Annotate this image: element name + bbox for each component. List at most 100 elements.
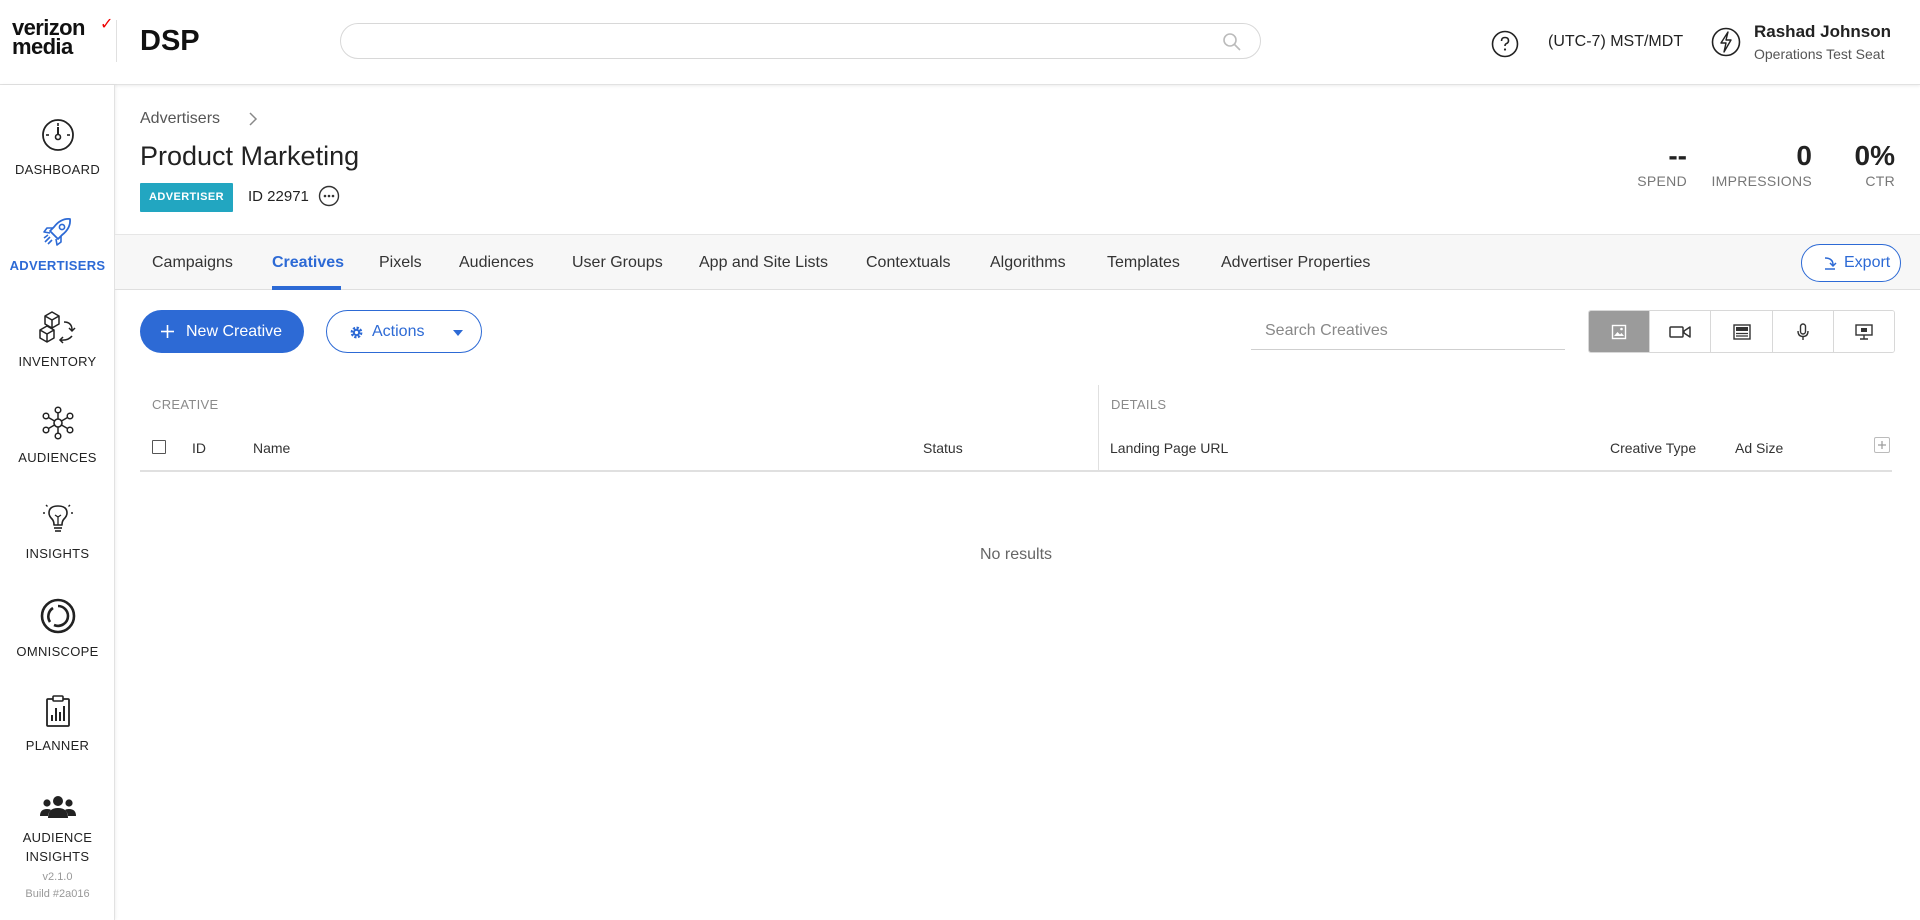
new-creative-button[interactable]: New Creative <box>140 310 304 353</box>
active-tab-indicator <box>272 286 341 290</box>
nav-label-audiences: AUDIENCES <box>18 450 97 465</box>
stat-spend-label: SPEND <box>1637 173 1687 189</box>
global-search[interactable] <box>340 23 1261 59</box>
stat-ctr-value: 0% <box>1854 140 1895 171</box>
logo-line2: media <box>12 34 73 59</box>
stat-impressions-label: IMPRESSIONS <box>1711 173 1812 189</box>
creative-search-input[interactable] <box>1265 316 1565 346</box>
nav-item-insights[interactable]: INSIGHTS <box>0 502 115 563</box>
column-group-divider <box>1098 385 1099 471</box>
page-title: Product Marketing <box>140 141 360 171</box>
stat-ctr: 0% CTR <box>1855 140 1895 190</box>
help-icon[interactable] <box>1491 30 1519 58</box>
column-header-name[interactable]: Name <box>253 440 290 456</box>
search-icon[interactable] <box>1222 32 1242 52</box>
top-header: verizon ✓ media DSP (UTC-7) MST/MDT Rash… <box>0 0 1920 85</box>
tab-user-groups[interactable]: User Groups <box>572 254 663 272</box>
tab-algorithms[interactable]: Algorithms <box>990 254 1066 272</box>
format-filter-audio[interactable] <box>1771 311 1833 352</box>
more-options-icon[interactable] <box>318 185 340 207</box>
display-icon <box>1855 323 1873 340</box>
advertiser-tabs: Campaigns Creatives Pixels Audiences Use… <box>115 234 1920 290</box>
verizon-media-logo[interactable]: verizon ✓ media <box>12 16 113 59</box>
tab-audiences[interactable]: Audiences <box>459 254 534 272</box>
build-number: Build #2a016 <box>25 888 90 900</box>
global-search-input[interactable] <box>357 24 1217 58</box>
tab-creatives[interactable]: Creatives <box>272 254 344 272</box>
stat-impressions-value: 0 <box>1796 140 1812 171</box>
tab-advertiser-properties[interactable]: Advertiser Properties <box>1221 254 1370 272</box>
nav-item-audience-insights[interactable]: AUDIENCE INSIGHTS <box>0 794 115 866</box>
tab-campaigns[interactable]: Campaigns <box>152 254 233 272</box>
clipboard-icon <box>45 695 70 727</box>
nav-item-omniscope[interactable]: OMNISCOPE <box>0 598 115 661</box>
nav-label-audience-insights-line2: INSIGHTS <box>25 849 90 864</box>
add-column-button[interactable] <box>1874 437 1890 453</box>
stat-impressions: 0 IMPRESSIONS <box>1711 140 1812 190</box>
people-icon <box>39 796 76 818</box>
export-button[interactable]: Export <box>1801 244 1901 282</box>
user-name[interactable]: Rashad Johnson <box>1754 22 1891 42</box>
nav-item-inventory[interactable]: INVENTORY <box>0 310 115 371</box>
creative-search[interactable] <box>1251 316 1565 350</box>
nav-label-insights: INSIGHTS <box>25 546 90 561</box>
network-icon <box>41 406 74 440</box>
tab-pixels[interactable]: Pixels <box>379 254 422 272</box>
stat-spend: -- SPEND <box>1637 140 1687 190</box>
export-icon <box>1824 257 1837 270</box>
logo-check: ✓ <box>100 16 113 33</box>
format-filter-video[interactable] <box>1649 311 1711 352</box>
nav-label-planner: PLANNER <box>25 738 90 753</box>
tab-contextuals[interactable]: Contextuals <box>866 254 951 272</box>
version-number: v2.1.0 <box>42 871 73 883</box>
plus-small-icon <box>1878 441 1886 449</box>
dashboard-icon <box>41 119 74 151</box>
video-icon <box>1669 325 1692 338</box>
format-filter-display[interactable] <box>1832 311 1894 352</box>
new-creative-label: New Creative <box>186 323 283 340</box>
native-icon <box>1732 323 1751 340</box>
actions-label: Actions <box>372 323 425 340</box>
image-icon <box>1611 324 1627 339</box>
nav-item-advertisers[interactable]: ADVERTISERS <box>0 214 115 275</box>
column-header-status[interactable]: Status <box>923 440 963 456</box>
column-group-details: DETAILS <box>1111 397 1167 412</box>
format-filter-image[interactable] <box>1589 311 1650 352</box>
nav-label-advertisers: ADVERTISERS <box>9 258 106 273</box>
stat-ctr-label: CTR <box>1865 173 1895 189</box>
column-header-creative-type[interactable]: Creative Type <box>1610 440 1696 456</box>
nav-label-audience-insights-line1: AUDIENCE <box>22 830 93 845</box>
column-group-creative: CREATIVE <box>152 397 219 412</box>
nav-label-inventory: INVENTORY <box>18 354 97 369</box>
nav-item-dashboard[interactable]: DASHBOARD <box>0 118 115 179</box>
column-header-landing-page-url[interactable]: Landing Page URL <box>1110 440 1228 456</box>
column-header-id[interactable]: ID <box>192 440 206 456</box>
creative-format-filter <box>1588 310 1895 353</box>
empty-results-message: No results <box>979 546 1053 563</box>
breadcrumb-advertisers[interactable]: Advertisers <box>140 110 220 128</box>
stat-spend-value: -- <box>1668 140 1687 171</box>
version-info: v2.1.0 Build #2a016 <box>0 869 115 903</box>
rocket-icon <box>42 218 71 246</box>
tab-templates[interactable]: Templates <box>1107 254 1180 272</box>
tab-app-and-site-lists[interactable]: App and Site Lists <box>699 254 828 272</box>
timezone-selector[interactable]: (UTC-7) MST/MDT <box>1548 33 1683 51</box>
table-header-divider <box>140 470 1892 472</box>
nav-item-audiences[interactable]: AUDIENCES <box>0 406 115 467</box>
inventory-cubes-icon <box>38 311 76 344</box>
format-filter-native[interactable] <box>1710 311 1772 352</box>
plus-icon <box>161 325 174 338</box>
actions-dropdown-button[interactable]: Actions <box>326 310 482 353</box>
user-avatar-icon[interactable] <box>1711 27 1741 57</box>
nav-item-planner[interactable]: PLANNER <box>0 694 115 755</box>
column-header-ad-size[interactable]: Ad Size <box>1735 440 1783 456</box>
nav-label-dashboard: DASHBOARD <box>14 162 101 177</box>
nav-label-audience-insights: AUDIENCE INSIGHTS <box>0 828 115 866</box>
user-seat: Operations Test Seat <box>1754 46 1885 62</box>
advertiser-id: ID 22971 <box>248 188 309 205</box>
caret-down-icon <box>453 330 463 336</box>
advertiser-badge: ADVERTISER <box>140 183 233 212</box>
audio-icon <box>1797 322 1809 340</box>
select-all-checkbox[interactable] <box>152 440 166 454</box>
omniscope-icon <box>40 598 75 634</box>
